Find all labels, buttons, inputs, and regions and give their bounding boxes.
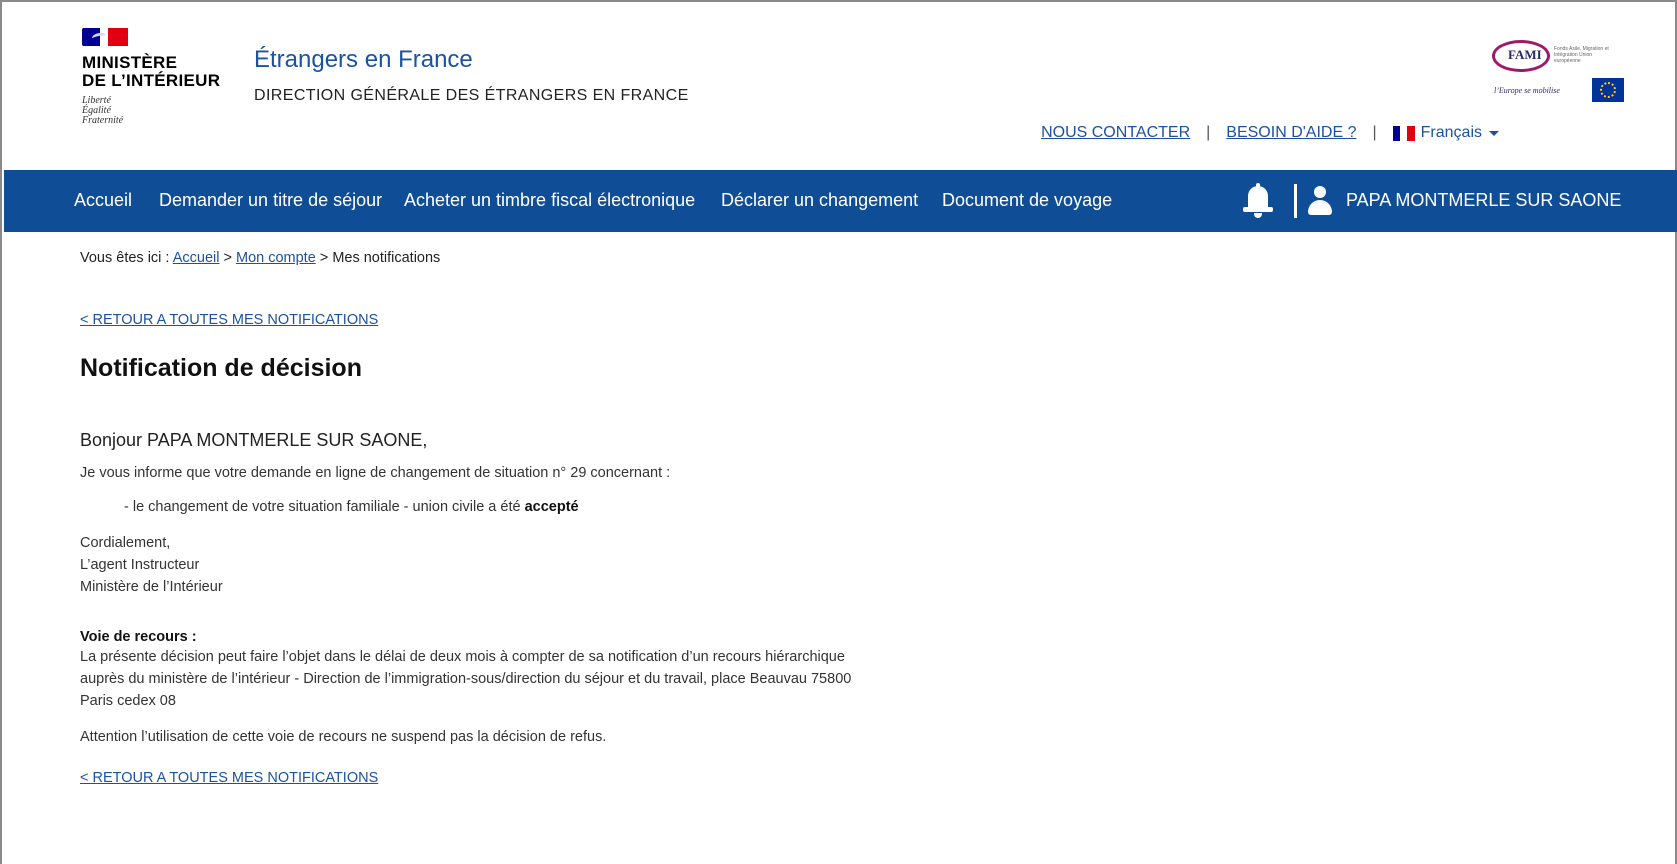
help-link[interactable]: BESOIN D'AIDE ? [1226, 124, 1356, 142]
fami-logo: FAMI Fonds Asile, Migration et Intégrati… [1492, 38, 1624, 106]
header-links: NOUS CONTACTER | BESOIN D'AIDE ? | Franç… [1041, 124, 1499, 142]
decision-status: accepté [524, 499, 579, 515]
logo-line-1: MINISTÈRE [82, 53, 178, 72]
site-header: MINISTÈRE DE L’INTÉRIEUR Liberté Égalité… [2, 2, 1675, 170]
nav-acheter-timbre[interactable]: Acheter un timbre fiscal électronique [404, 190, 695, 211]
eu-flag-icon [1592, 78, 1624, 102]
decision-text: - le changement de votre situation famil… [124, 499, 525, 515]
breadcrumb: Vous êtes ici : Accueil > Mon compte > M… [80, 250, 440, 266]
breadcrumb-account[interactable]: Mon compte [236, 250, 316, 266]
fami-label: FAMI [1508, 47, 1542, 62]
breadcrumb-prefix: Vous êtes ici : [80, 250, 173, 266]
contact-link[interactable]: NOUS CONTACTER [1041, 124, 1190, 142]
site-title[interactable]: Étrangers en France [254, 46, 473, 74]
nav-divider [1294, 184, 1297, 218]
recours-line-1: La présente décision peut faire l’objet … [80, 649, 845, 665]
ministry-logo[interactable]: MINISTÈRE DE L’INTÉRIEUR Liberté Égalité… [82, 24, 242, 126]
nav-demander-titre[interactable]: Demander un titre de séjour [159, 190, 382, 211]
closing-line-2: L’agent Instructeur [80, 557, 200, 573]
page-frame: MINISTÈRE DE L’INTÉRIEUR Liberté Égalité… [0, 0, 1677, 864]
french-flag-icon [1392, 125, 1415, 141]
marianne-logo-icon [82, 24, 130, 50]
user-name[interactable]: PAPA MONTMERLE SUR SAONE [1346, 190, 1621, 211]
closing-line-1: Cordialement, [80, 535, 171, 551]
motto-fraternite: Fraternité [82, 115, 124, 126]
logo-line-2: DE L’INTÉRIEUR [82, 71, 221, 90]
language-selector[interactable]: Français [1392, 124, 1499, 142]
closing-line-3: Ministère de l’Intérieur [80, 579, 223, 595]
intro-text: Je vous informe que votre demande en lig… [80, 465, 671, 481]
breadcrumb-separator: > [219, 250, 236, 266]
nav-document-voyage[interactable]: Document de voyage [942, 190, 1112, 211]
page-title: Notification de décision [80, 354, 362, 382]
bell-icon[interactable] [1241, 183, 1275, 219]
language-label: Français [1420, 124, 1482, 141]
back-to-notifications-link-bottom[interactable]: < RETOUR A TOUTES MES NOTIFICATIONS [80, 770, 378, 786]
breadcrumb-current: Mes notifications [332, 250, 441, 266]
greeting: Bonjour PAPA MONTMERLE SUR SAONE, [80, 430, 428, 450]
link-separator: | [1206, 124, 1211, 141]
attention-text: Attention l’utilisation de cette voie de… [80, 729, 607, 745]
fami-tagline: l’Europe se mobilise [1494, 86, 1560, 95]
user-icon[interactable] [1307, 186, 1333, 216]
decision-item: - le changement de votre situation famil… [124, 496, 579, 518]
fami-small-text: Fonds Asile, Migration et Intégration Un… [1554, 46, 1609, 64]
caret-down-icon [1489, 130, 1499, 136]
site-subtitle: DIRECTION GÉNÉRALE DES ÉTRANGERS EN FRAN… [254, 87, 689, 104]
breadcrumb-home[interactable]: Accueil [173, 250, 220, 266]
recours-title: Voie de recours : [80, 629, 197, 645]
link-separator: | [1372, 124, 1377, 141]
nav-declarer-changement[interactable]: Déclarer un changement [721, 190, 918, 211]
recours-line-3: Paris cedex 08 [80, 693, 176, 709]
recours-line-2: auprès du ministère de l’intérieur - Dir… [80, 671, 852, 687]
nav-accueil[interactable]: Accueil [74, 190, 132, 211]
breadcrumb-separator: > [315, 250, 333, 266]
back-to-notifications-link-top[interactable]: < RETOUR A TOUTES MES NOTIFICATIONS [80, 312, 378, 328]
main-nav: Accueil Demander un titre de séjour Ache… [4, 170, 1677, 232]
